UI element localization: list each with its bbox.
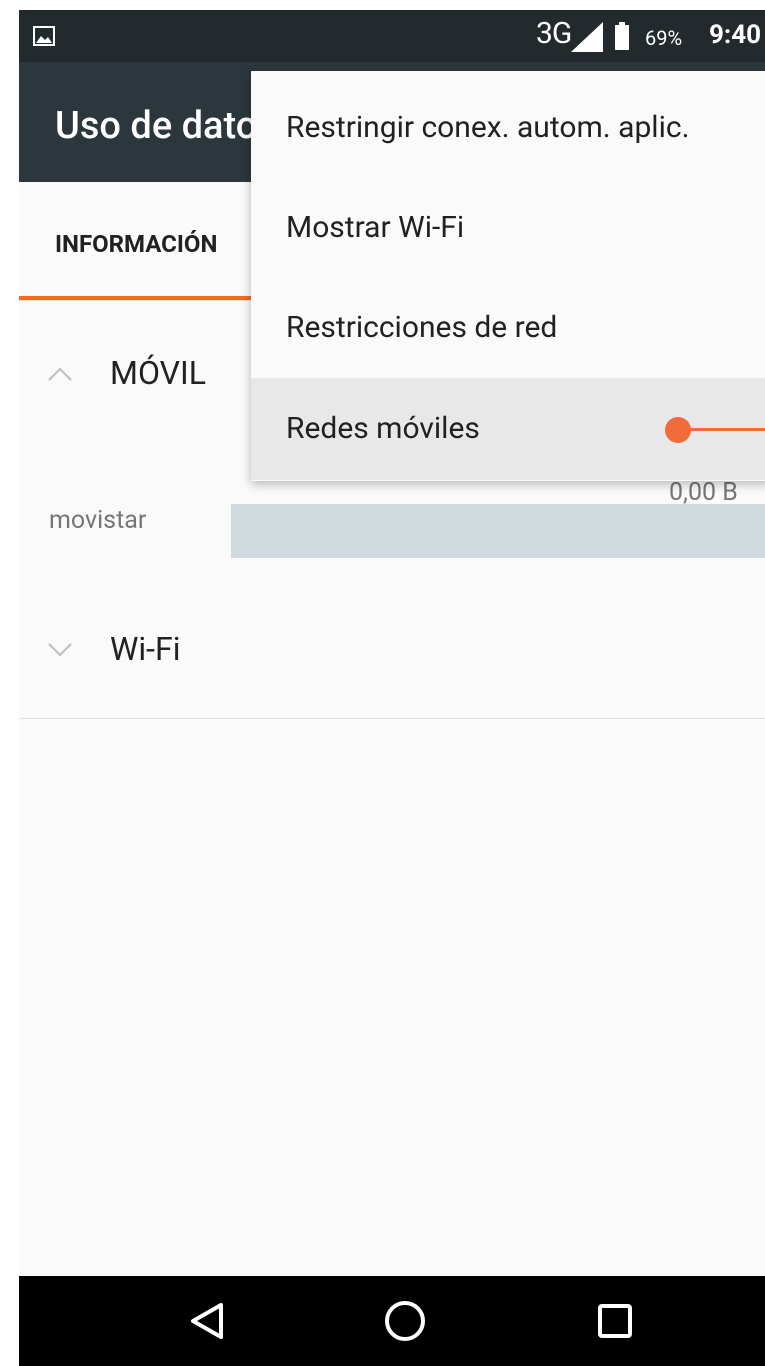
menu-item-mostrar-wifi[interactable]: Mostrar Wi-Fi: [251, 177, 765, 279]
usage-value: 0,00 B: [669, 478, 738, 507]
network-type: 3G: [536, 16, 572, 51]
home-icon[interactable]: [345, 1276, 465, 1366]
battery-percent: 69%: [645, 26, 683, 50]
tab-informacion[interactable]: INFORMACIÓN: [55, 230, 217, 258]
menu-item-restringir-conex[interactable]: Restringir conex. autom. aplic.: [251, 77, 765, 179]
gallery-icon: [33, 26, 55, 46]
navigation-bar: [19, 1276, 765, 1366]
usage-bar: [231, 504, 765, 558]
chevron-up-icon: [48, 367, 72, 381]
menu-item-restricciones-red[interactable]: Restricciones de red: [251, 277, 765, 379]
operator-label: movistar: [49, 506, 147, 535]
battery-icon: [615, 22, 629, 50]
list-divider: [19, 718, 765, 719]
mobile-section-title: MÓVIL: [110, 354, 206, 392]
status-bar: 3G 69% 9:40: [19, 10, 765, 62]
screen: 3G 69% 9:40 Uso de datos INFORMACIÓN MÓV…: [19, 10, 765, 1366]
touch-indicator-trail: [687, 428, 765, 431]
back-icon[interactable]: [147, 1276, 267, 1366]
recents-icon[interactable]: [555, 1276, 675, 1366]
clock: 9:40: [709, 20, 762, 50]
wifi-section-title: Wi-Fi: [110, 630, 181, 668]
overflow-menu: Restringir conex. autom. aplic. Mostrar …: [251, 71, 765, 481]
chevron-down-icon: [48, 643, 72, 657]
signal-icon: [571, 22, 603, 52]
menu-item-redes-moviles[interactable]: Redes móviles: [251, 378, 765, 480]
page-title: Uso de datos: [55, 104, 277, 148]
menu-item-redes-moviles-label: Redes móviles: [286, 411, 480, 446]
